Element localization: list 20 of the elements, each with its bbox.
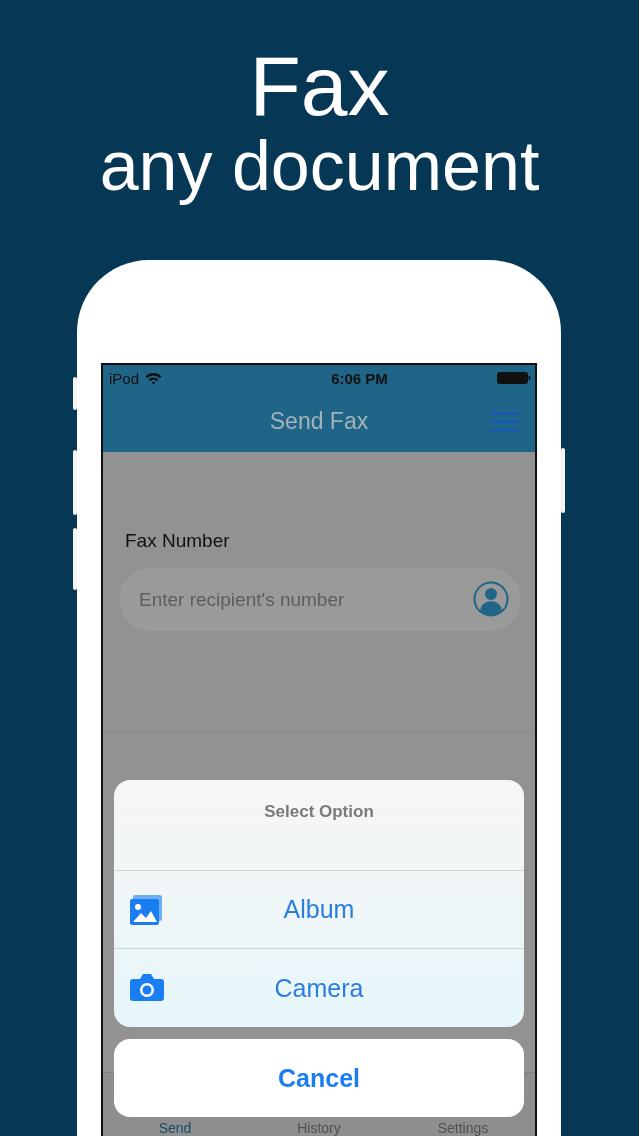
field-label: Fax Number [125, 530, 231, 552]
carrier-label: iPod [109, 369, 140, 387]
status-time: 6:06 PM [331, 369, 388, 387]
camera-icon [130, 973, 164, 1001]
tab-item[interactable]: Send [103, 1120, 247, 1136]
contact-icon[interactable] [473, 581, 509, 617]
fax-number-field[interactable]: Enter recipient's number [119, 568, 521, 631]
headline: Fax [249, 44, 390, 128]
battery-icon [497, 372, 531, 384]
sheet-title: Select Option [264, 802, 374, 822]
image-icon [130, 895, 162, 925]
nav-title: Send Fax [269, 408, 369, 435]
tab-item[interactable]: Settings [391, 1120, 535, 1136]
sheet-option[interactable]: Camera [114, 949, 524, 1027]
cancel-button[interactable]: Cancel [114, 1039, 524, 1117]
menu-icon [491, 411, 519, 433]
wifi-icon [145, 371, 163, 385]
sheet-option[interactable]: Album [114, 871, 524, 949]
subheadline: any document [99, 128, 540, 204]
tab-item[interactable]: History [247, 1120, 391, 1136]
